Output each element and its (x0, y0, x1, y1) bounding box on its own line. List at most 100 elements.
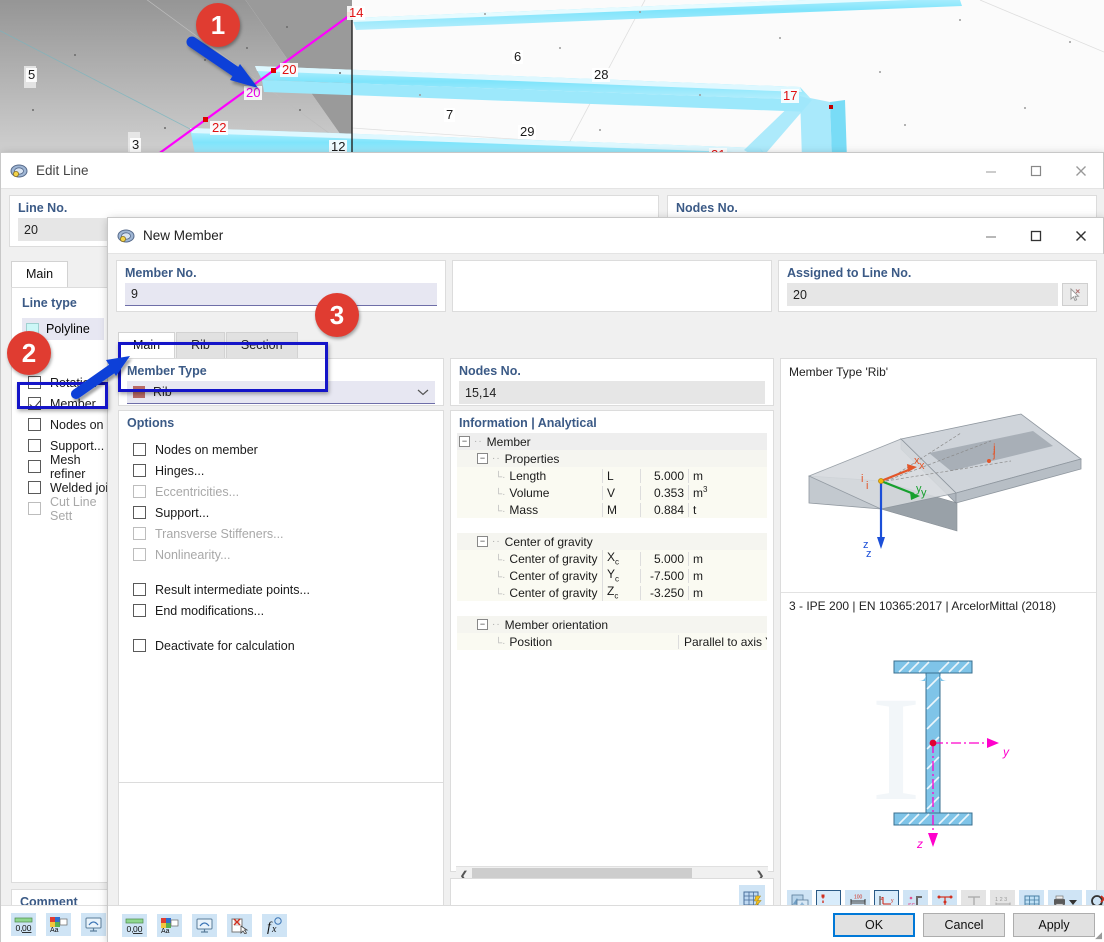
model-label: 22 (210, 120, 229, 135)
dialog-buttons[interactable]: OK Cancel Apply (833, 913, 1095, 937)
edit-line-option-4[interactable]: Mesh refiner (28, 453, 118, 481)
edit-line-option-2[interactable]: Nodes on lir (28, 414, 118, 435)
tree-row-value: -7.500 (640, 568, 688, 583)
new-member-option-4: Transverse Stiffeners... (133, 523, 443, 544)
tree-group-0[interactable]: − ·· Properties (457, 450, 767, 467)
display-properties-icon[interactable] (192, 914, 217, 937)
model-label: 28 (592, 67, 611, 82)
tree-collapse-icon[interactable]: − (477, 453, 488, 464)
tree-row-value: 0.353 (640, 485, 688, 500)
apply-button[interactable]: Apply (1013, 913, 1095, 937)
preview-node-j-label: j (993, 441, 996, 455)
checkbox-icon[interactable] (133, 604, 146, 617)
edit-line-option-6: Cut Line Sett (28, 495, 118, 523)
tree-connector: ·· (492, 536, 501, 547)
assigned-line-label: Assigned to Line No. (787, 266, 912, 280)
tree-connector: ·· (474, 436, 483, 447)
new-member-option-7[interactable]: End modifications... (133, 600, 443, 621)
tree-group-1[interactable]: − ·· Center of gravity (457, 533, 767, 550)
ok-button[interactable]: OK (833, 913, 915, 937)
new-member-toolbar-icons[interactable]: 0, 00 Aa f x (122, 914, 287, 937)
tree-row[interactable]: └·Position Parallel to axis Y of gl (457, 633, 767, 650)
chevron-down-icon[interactable] (417, 385, 429, 399)
checkbox-icon[interactable] (133, 464, 146, 477)
assigned-line-row: 20 (787, 283, 1088, 306)
member-nodes-field[interactable]: 15,14 (459, 381, 765, 404)
tree-row[interactable]: └· Mass M 0.884 t (457, 501, 767, 518)
formula-icon[interactable]: f x (262, 914, 287, 937)
tree-row[interactable]: └· Length L 5.000 m (457, 467, 767, 484)
tree-row[interactable]: └· Center of gravity Xc 5.000 m (457, 550, 767, 567)
color-legend-icon[interactable]: Aa (157, 914, 182, 937)
display-properties-icon[interactable] (81, 913, 106, 936)
tree-row[interactable]: └· Volume V 0.353 m3 (457, 484, 767, 501)
tree-row[interactable]: └· Center of gravity Zc -3.250 m (457, 584, 767, 601)
new-member-close-button[interactable] (1058, 218, 1103, 253)
delete-selection-icon[interactable] (227, 914, 252, 937)
tree-connector: ·· (492, 619, 501, 630)
new-member-minimize-button[interactable] (968, 218, 1013, 253)
checkbox-icon[interactable] (28, 481, 41, 494)
color-legend-icon[interactable]: Aa (46, 913, 71, 936)
section-axis-y-label: y (1003, 745, 1009, 759)
member-nodes-label: Nodes No. (459, 364, 521, 378)
edit-line-tabstrip[interactable]: Main (11, 261, 69, 287)
tree-row-unit: t (688, 502, 728, 517)
checkbox-icon[interactable] (133, 506, 146, 519)
checkbox-icon[interactable] (28, 439, 41, 452)
tree-row-name: └· Center of gravity (495, 568, 598, 583)
tree-row-symbol: L (602, 468, 640, 483)
section-preview[interactable]: I y z (781, 619, 1096, 871)
tree-row-unit: m (688, 585, 728, 600)
new-member-window[interactable]: New Member Member No. 9 Assigned to Line… (107, 217, 1104, 942)
tree-collapse-icon[interactable]: − (477, 619, 488, 630)
svg-text:Aa: Aa (50, 927, 59, 933)
tree-node-member[interactable]: − ·· Member (457, 433, 767, 450)
checkbox-label: Hinges... (155, 463, 205, 478)
resize-grip[interactable]: ◢ (1095, 930, 1102, 941)
assigned-line-field[interactable]: 20 (787, 283, 1058, 306)
checkbox-icon[interactable] (133, 639, 146, 652)
member-no-label: Member No. (125, 266, 197, 280)
new-member-option-3[interactable]: Support... (133, 502, 443, 523)
preview-title: Member Type 'Rib' (789, 365, 889, 379)
edit-line-titlebar[interactable]: Edit Line (1, 153, 1103, 189)
checkbox-icon[interactable] (28, 418, 41, 431)
new-member-option-6[interactable]: Result intermediate points... (133, 579, 443, 600)
new-member-options-list[interactable]: Nodes on member Hinges... Eccentricities..… (133, 439, 443, 656)
new-member-option-8[interactable]: Deactivate for calculation (133, 635, 443, 656)
checkbox-icon[interactable] (133, 583, 146, 596)
decimal-places-icon[interactable]: 0, 00 (11, 913, 36, 936)
decimal-places-icon[interactable]: 0, 00 (122, 914, 147, 937)
tree-row[interactable]: └· Center of gravity Yc -7.500 m (457, 567, 767, 584)
tree-row-name: └· Length (495, 468, 547, 483)
tab-main[interactable]: Main (11, 261, 69, 287)
model-label: 7 (444, 107, 456, 122)
checkbox-label: Welded join (50, 480, 116, 495)
tree-row-unit: m (688, 568, 728, 583)
section-axis-z-label: z (917, 837, 923, 851)
new-member-titlebar[interactable]: New Member (108, 218, 1103, 254)
checkbox-icon[interactable] (28, 460, 41, 473)
new-member-maximize-button[interactable] (1013, 218, 1058, 253)
checkbox-icon (133, 485, 146, 498)
tree-collapse-icon[interactable]: − (477, 536, 488, 547)
tree-collapse-icon[interactable]: − (459, 436, 470, 447)
tree-row-value: 5.000 (640, 468, 688, 483)
new-member-option-1[interactable]: Hinges... (133, 460, 443, 481)
edit-line-minimize-button[interactable] (968, 153, 1013, 188)
pick-line-icon[interactable] (1062, 283, 1088, 306)
model-3d-viewport[interactable]: 1420202212628729172153 (0, 0, 1104, 160)
svg-text:x: x (271, 924, 277, 934)
checkbox-label: Support... (50, 438, 105, 453)
edit-line-close-button[interactable] (1058, 153, 1103, 188)
cancel-button[interactable]: Cancel (923, 913, 1005, 937)
member-preview-group: Member Type 'Rib' x y z i j x y z i j 3 … (780, 358, 1104, 920)
checkbox-icon[interactable] (133, 443, 146, 456)
member-no-field[interactable]: 9 (125, 283, 437, 306)
information-tree[interactable]: − ·· Member − ·· Properties └· Length L 5.000 m └· V… (457, 433, 767, 650)
new-member-option-0[interactable]: Nodes on member (133, 439, 443, 460)
tree-group-2[interactable]: − ·· Member orientation (457, 616, 767, 633)
edit-line-maximize-button[interactable] (1013, 153, 1058, 188)
